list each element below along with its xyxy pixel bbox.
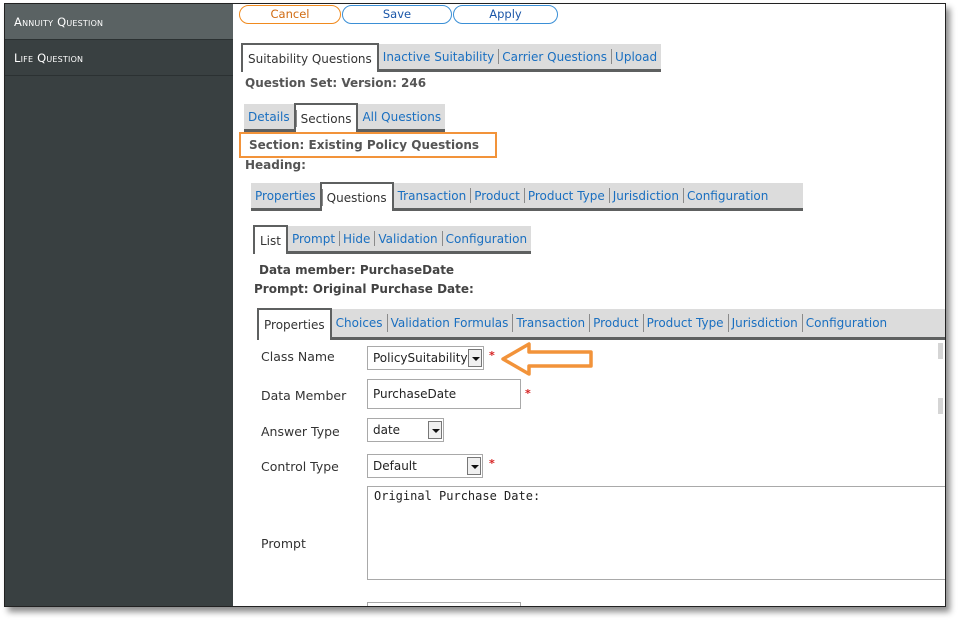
- tab-sections[interactable]: Sections: [293, 103, 359, 132]
- sidebar-nav: Annuity Question Life Question: [5, 4, 233, 606]
- chevron-down-icon[interactable]: [468, 349, 482, 367]
- scroll-handle[interactable]: [938, 343, 943, 359]
- tab-detail-configuration[interactable]: Configuration: [801, 309, 891, 337]
- data-member-label: Data Member: [261, 388, 347, 403]
- chevron-down-icon[interactable]: [467, 457, 481, 475]
- save-button[interactable]: Save: [342, 5, 452, 24]
- tab-product-type[interactable]: Product Type: [523, 183, 609, 208]
- main-content: Cancel Save Apply Suitability Questions …: [233, 4, 945, 606]
- tab-product[interactable]: Product: [470, 183, 524, 208]
- tab-upload[interactable]: Upload: [611, 44, 661, 69]
- next-field-input[interactable]: [367, 602, 521, 606]
- section-heading: Heading:: [245, 158, 306, 172]
- prompt-caption: Prompt: Original Purchase Date:: [254, 282, 474, 296]
- tab-validation[interactable]: Validation: [374, 226, 441, 251]
- required-marker: *: [489, 457, 495, 470]
- tab-hide[interactable]: Hide: [339, 226, 374, 251]
- required-marker: *: [525, 387, 531, 400]
- class-name-select[interactable]: PolicySuitability: [367, 346, 484, 370]
- class-name-label: Class Name: [261, 349, 335, 364]
- tab-detail-properties[interactable]: Properties: [257, 308, 332, 340]
- tab-detail-product-type[interactable]: Product Type: [642, 309, 728, 337]
- data-member-caption: Data member: PurchaseDate: [259, 263, 455, 277]
- tab-carrier-questions[interactable]: Carrier Questions: [498, 44, 611, 69]
- tab-detail-product[interactable]: Product: [589, 309, 643, 337]
- tab-validation-formulas[interactable]: Validation Formulas: [386, 309, 513, 337]
- tab-inactive-suitability[interactable]: Inactive Suitability: [379, 44, 498, 69]
- tab-list[interactable]: List: [253, 225, 288, 254]
- answer-type-select[interactable]: date: [367, 418, 444, 442]
- tab-prompt[interactable]: Prompt: [288, 226, 339, 251]
- chevron-down-icon[interactable]: [428, 421, 442, 439]
- scroll-handle[interactable]: [938, 398, 943, 414]
- sidebar-item-annuity-question[interactable]: Annuity Question: [5, 4, 233, 40]
- answer-type-label: Answer Type: [261, 424, 340, 439]
- tab-transaction[interactable]: Transaction: [394, 183, 471, 208]
- tab-suitability-questions[interactable]: Suitability Questions: [241, 43, 379, 72]
- tab-properties[interactable]: Properties: [251, 183, 320, 208]
- cancel-button[interactable]: Cancel: [239, 5, 341, 24]
- tab-questions[interactable]: Questions: [319, 182, 394, 211]
- tab-list-configuration[interactable]: Configuration: [441, 226, 531, 251]
- tab-choices[interactable]: Choices: [332, 309, 387, 337]
- question-set-version: Question Set: Version: 246: [245, 76, 427, 90]
- tab-detail-jurisdiction[interactable]: Jurisdiction: [727, 309, 802, 337]
- annotation-arrow-icon: [501, 342, 593, 376]
- tab-details[interactable]: Details: [244, 104, 294, 129]
- required-marker: *: [489, 349, 495, 362]
- data-member-input[interactable]: [367, 379, 521, 409]
- answer-type-value: date: [373, 423, 401, 437]
- control-type-label: Control Type: [261, 459, 339, 474]
- sidebar-item-life-question[interactable]: Life Question: [5, 40, 233, 76]
- control-type-select[interactable]: Default: [367, 454, 483, 478]
- prompt-textarea[interactable]: Original Purchase Date:: [367, 486, 945, 580]
- class-name-value: PolicySuitability: [373, 351, 468, 365]
- prompt-label: Prompt: [261, 536, 306, 551]
- tab-detail-transaction[interactable]: Transaction: [512, 309, 589, 337]
- tab-jurisdiction[interactable]: Jurisdiction: [608, 183, 683, 208]
- section-tab-strip: Details Sections All Questions: [244, 103, 446, 132]
- top-tab-strip: Suitability Questions Inactive Suitabili…: [241, 43, 662, 72]
- detail-tab-strip: Properties Choices Validation Formulas T…: [257, 308, 945, 340]
- control-type-value: Default: [373, 459, 417, 473]
- section-sub-tab-strip: Properties Questions Transaction Product…: [251, 182, 803, 211]
- apply-button[interactable]: Apply: [453, 5, 558, 24]
- tab-configuration[interactable]: Configuration: [682, 183, 772, 208]
- app-window: Annuity Question Life Question Cancel Sa…: [4, 3, 946, 607]
- tab-all-questions[interactable]: All Questions: [358, 104, 445, 129]
- section-title: Section: Existing Policy Questions: [249, 138, 480, 152]
- question-tab-strip: List Prompt Hide Validation Configuratio…: [253, 225, 532, 254]
